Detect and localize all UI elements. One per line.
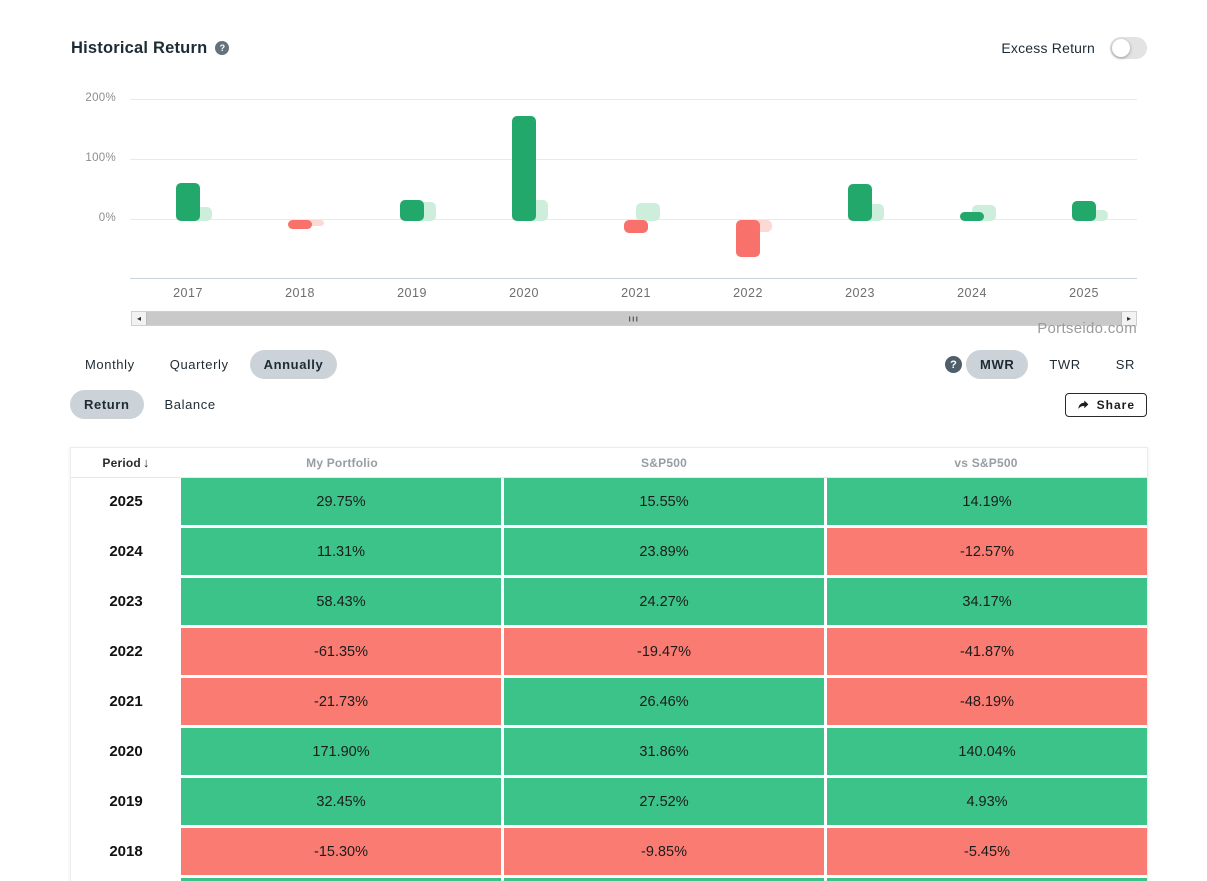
x-tick-label-2018: 2018 [260, 286, 340, 300]
bar-portfolio-2021 [624, 220, 648, 233]
period-cell: 2018 [71, 828, 181, 875]
view-tab-return[interactable]: Return [70, 390, 144, 419]
return-cell: -9.85% [504, 828, 824, 875]
period-header-label: Period [102, 456, 141, 470]
return-cell: -48.19% [827, 678, 1147, 725]
return-cell: -15.30% [181, 828, 501, 875]
bar-portfolio-2020 [512, 116, 536, 221]
return-cell: -21.73% [181, 678, 501, 725]
scrollbar-grip-icon: III [629, 314, 640, 323]
return-cell: 24.27% [504, 578, 824, 625]
chart-scrollbar[interactable]: ◂ III ▸ [131, 311, 1137, 326]
return-cell: 14.19% [827, 478, 1147, 525]
table-header-row: Period ↓ My Portfolio S&P500 vs S&P500 [71, 448, 1147, 478]
return-cell: 32.45% [181, 778, 501, 825]
period-cell: 2023 [71, 578, 181, 625]
x-tick-label-2025: 2025 [1044, 286, 1124, 300]
gridline-200 [130, 99, 1137, 100]
bar-portfolio-2022 [736, 220, 760, 257]
return-cell: 23.89% [504, 528, 824, 575]
column-header-my-portfolio[interactable]: My Portfolio [181, 456, 503, 470]
table-row-2018: 2018-15.30%-9.85%-5.45% [71, 828, 1147, 875]
share-button-label: Share [1097, 398, 1135, 412]
metric-tab-mwr[interactable]: MWR [966, 350, 1028, 379]
historical-return-page: Historical Return ? Excess Return 200%10… [0, 0, 1207, 881]
scrollbar-thumb[interactable]: III [147, 312, 1121, 325]
table-body: 202529.75%15.55%14.19%202411.31%23.89%-1… [71, 478, 1147, 881]
period-tabs: MonthlyQuarterlyAnnually [71, 350, 337, 379]
period-cell: 2019 [71, 778, 181, 825]
x-tick-label-2020: 2020 [484, 286, 564, 300]
x-axis-line [130, 278, 1137, 279]
x-tick-label-2021: 2021 [596, 286, 676, 300]
returns-table: Period ↓ My Portfolio S&P500 vs S&P500 2… [70, 447, 1148, 881]
metric-tabs: MWRTWR SR [966, 350, 1149, 379]
bar-portfolio-2017 [176, 183, 200, 221]
bar-portfolio-2018 [288, 220, 312, 229]
period-cell: 2020 [71, 728, 181, 775]
return-cell: 31.86% [504, 728, 824, 775]
tab-annually[interactable]: Annually [250, 350, 338, 379]
view-share-row: ReturnBalance Share [70, 390, 1147, 419]
table-row-2023: 202358.43%24.27%34.17% [71, 578, 1147, 625]
bar-portfolio-2024 [960, 212, 984, 221]
column-header-period[interactable]: Period ↓ [71, 455, 181, 470]
y-tick-label: 0% [71, 212, 116, 224]
return-cell: -5.45% [827, 828, 1147, 875]
frequency-metric-row: MonthlyQuarterlyAnnually ? MWRTWR SR [71, 350, 1149, 379]
tab-monthly[interactable]: Monthly [71, 350, 149, 379]
metric-tab-twr[interactable]: TWR [1035, 350, 1094, 379]
table-row-2019: 201932.45%27.52%4.93% [71, 778, 1147, 825]
period-cell: 2025 [71, 478, 181, 525]
metric-help-icon[interactable]: ? [945, 356, 962, 373]
view-tabs: ReturnBalance [70, 390, 230, 419]
return-cell: 26.46% [504, 678, 824, 725]
column-header-vs-sp500[interactable]: vs S&P500 [825, 456, 1147, 470]
table-row-2022: 2022-61.35%-19.47%-41.87% [71, 628, 1147, 675]
metric-tab-sr[interactable]: SR [1102, 350, 1149, 379]
table-row-2020: 2020171.90%31.86%140.04% [71, 728, 1147, 775]
period-cell: 2024 [71, 528, 181, 575]
watermark: Portseido.com [1037, 320, 1137, 337]
table-row-2021: 2021-21.73%26.46%-48.19% [71, 678, 1147, 725]
return-cell: 29.75% [181, 478, 501, 525]
x-tick-label-2023: 2023 [820, 286, 900, 300]
tab-quarterly[interactable]: Quarterly [156, 350, 243, 379]
period-cell: 2021 [71, 678, 181, 725]
x-tick-label-2019: 2019 [372, 286, 452, 300]
x-tick-label-2024: 2024 [932, 286, 1012, 300]
share-button[interactable]: Share [1065, 393, 1147, 417]
return-cell: 27.52% [504, 778, 824, 825]
y-tick-label: 200% [71, 92, 116, 104]
table-row-2024: 202411.31%23.89%-12.57% [71, 528, 1147, 575]
gridline-100 [130, 159, 1137, 160]
x-tick-label-2022: 2022 [708, 286, 788, 300]
scrollbar-left-arrow-icon[interactable]: ◂ [132, 312, 147, 325]
return-cell: -19.47% [504, 628, 824, 675]
return-cell: 140.04% [827, 728, 1147, 775]
y-tick-label: 100% [71, 152, 116, 164]
share-icon [1077, 398, 1090, 411]
sort-desc-icon: ↓ [143, 455, 150, 470]
return-cell: -41.87% [827, 628, 1147, 675]
bar-benchmark-2021 [636, 203, 660, 221]
table-row-2025: 202529.75%15.55%14.19% [71, 478, 1147, 525]
bar-portfolio-2025 [1072, 201, 1096, 221]
return-cell: 15.55% [504, 478, 824, 525]
return-cell: -12.57% [827, 528, 1147, 575]
return-cell: -61.35% [181, 628, 501, 675]
x-tick-label-2017: 2017 [148, 286, 228, 300]
view-tab-balance[interactable]: Balance [151, 390, 230, 419]
return-cell: 11.31% [181, 528, 501, 575]
bar-portfolio-2019 [400, 200, 424, 221]
return-cell: 58.43% [181, 578, 501, 625]
column-header-sp500[interactable]: S&P500 [503, 456, 825, 470]
return-cell: 4.93% [827, 778, 1147, 825]
bar-portfolio-2023 [848, 184, 872, 221]
period-cell: 2022 [71, 628, 181, 675]
return-cell: 34.17% [827, 578, 1147, 625]
return-cell: 171.90% [181, 728, 501, 775]
